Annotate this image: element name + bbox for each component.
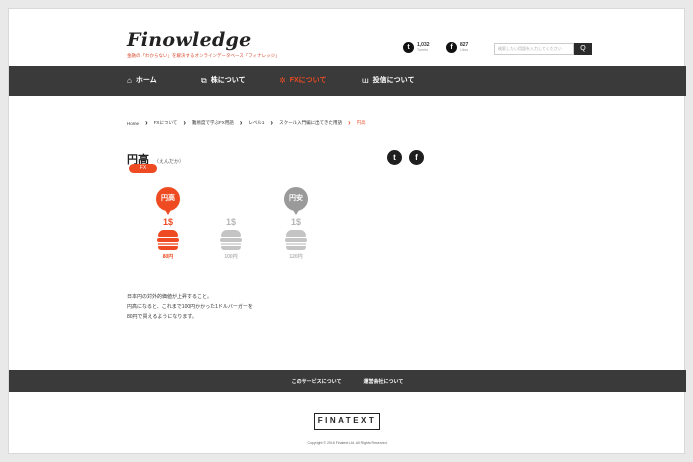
dollar-price: 1$: [290, 217, 301, 227]
facebook-icon: f: [446, 42, 457, 53]
breadcrumb-home[interactable]: Home: [127, 121, 139, 126]
yen-price: 80円: [162, 254, 174, 260]
chevron-right-icon: ›: [145, 118, 148, 127]
twitter-share-button[interactable]: t: [387, 150, 402, 165]
burger-icon: [157, 230, 179, 250]
description-line: 日本円の対外的価値が上昇すること。: [127, 294, 213, 300]
footer-link-about-service[interactable]: このサービスについて: [292, 378, 342, 385]
search-box: 検索したい用語を入力してください Q: [494, 43, 592, 55]
search-input[interactable]: 検索したい用語を入力してください: [494, 43, 574, 55]
nav-funds[interactable]: ɯ 投信について: [362, 66, 414, 96]
funds-icon: ɯ: [362, 76, 369, 85]
main-nav: ⌂ ホーム ⧉ 株について ✲ FXについて ɯ 投信について: [9, 66, 686, 96]
copyright: Copyright © 2016 Finatext Ltd. All Right…: [307, 441, 388, 445]
twitter-icon: t: [393, 153, 396, 162]
exchange-rate-illustration: 円高 1$ 80円 1$ 100円 円安 1$ 120円: [152, 187, 332, 277]
column-weak-yen: 円安 1$ 120円: [280, 187, 312, 260]
column-strong-yen: 円高 1$ 80円: [152, 187, 184, 260]
page-frame: Finowledge 金融の「わからない」を解決するオンラインデータベース「フィ…: [8, 8, 686, 454]
search-icon: Q: [580, 45, 586, 52]
breadcrumb-school[interactable]: スクール入門編に出てきた用語: [279, 120, 342, 126]
term-description: 日本円の対外的価値が上昇すること。 円高になると、これまで100円かかった1ドル…: [127, 292, 253, 322]
breadcrumb-level[interactable]: レベル1: [248, 120, 264, 126]
nav-home-label: ホーム: [135, 77, 157, 84]
twitter-count[interactable]: t 1,032 Tweets: [403, 42, 430, 53]
search-button[interactable]: Q: [574, 43, 592, 55]
breadcrumb-fx[interactable]: FXについて: [154, 120, 178, 126]
facebook-count[interactable]: f 827 Likes: [446, 42, 468, 53]
dollar-price: 1$: [162, 217, 173, 227]
description-line: 80円で買えるようになります。: [127, 314, 197, 320]
label-bubble: 円安: [284, 187, 308, 215]
twitter-count-label: Tweets: [417, 47, 429, 52]
chevron-right-icon: ›: [270, 118, 274, 127]
home-icon: ⌂: [127, 76, 132, 85]
nav-home[interactable]: ⌂ ホーム: [127, 66, 157, 96]
nav-fx[interactable]: ✲ FXについて: [279, 66, 326, 96]
twitter-icon: t: [403, 42, 414, 53]
facebook-count-label: Likes: [460, 47, 469, 52]
label-bubble: 円高: [156, 187, 180, 215]
breadcrumb-current: 円高: [356, 120, 366, 125]
chevron-right-icon: ›: [183, 118, 186, 127]
fx-icon: ✲: [279, 76, 286, 85]
yen-price: 120円: [289, 254, 303, 260]
footer-link-company[interactable]: 運営会社について: [364, 378, 404, 385]
nav-funds-label: 投信について: [372, 77, 415, 84]
facebook-share-button[interactable]: f: [409, 150, 424, 165]
nav-stocks[interactable]: ⧉ 株について: [201, 66, 246, 96]
chevron-right-icon: ›: [347, 118, 351, 127]
dollar-price: 1$: [225, 217, 236, 227]
burger-icon: [220, 230, 242, 250]
site-tagline: 金融の「わからない」を解決するオンラインデータベース「フィナレッジ」: [127, 53, 280, 58]
facebook-icon: f: [415, 153, 418, 162]
finatext-logo[interactable]: FINATEXT: [314, 413, 380, 430]
stocks-icon: ⧉: [201, 76, 207, 85]
site-logo[interactable]: Finowledge: [127, 29, 252, 51]
breadcrumb-difficulty[interactable]: 難易度で学ぶFX用語: [192, 120, 234, 126]
term-reading: （えんだか）: [154, 159, 185, 165]
nav-stocks-label: 株について: [210, 77, 246, 84]
chevron-right-icon: ›: [239, 118, 243, 127]
breadcrumb: Home › FXについて › 難易度で学ぶFX用語 › レベル1 › スクール…: [127, 119, 366, 127]
yen-price: 100円: [224, 254, 238, 260]
nav-fx-label: FXについて: [289, 77, 327, 84]
column-base: 1$ 100円: [215, 187, 247, 260]
description-line: 円高になると、これまで100円かかった1ドルバーガーを: [127, 304, 253, 310]
burger-icon: [285, 230, 307, 250]
category-tag[interactable]: FX: [129, 164, 157, 173]
footer-nav: このサービスについて 運営会社について: [9, 370, 686, 392]
